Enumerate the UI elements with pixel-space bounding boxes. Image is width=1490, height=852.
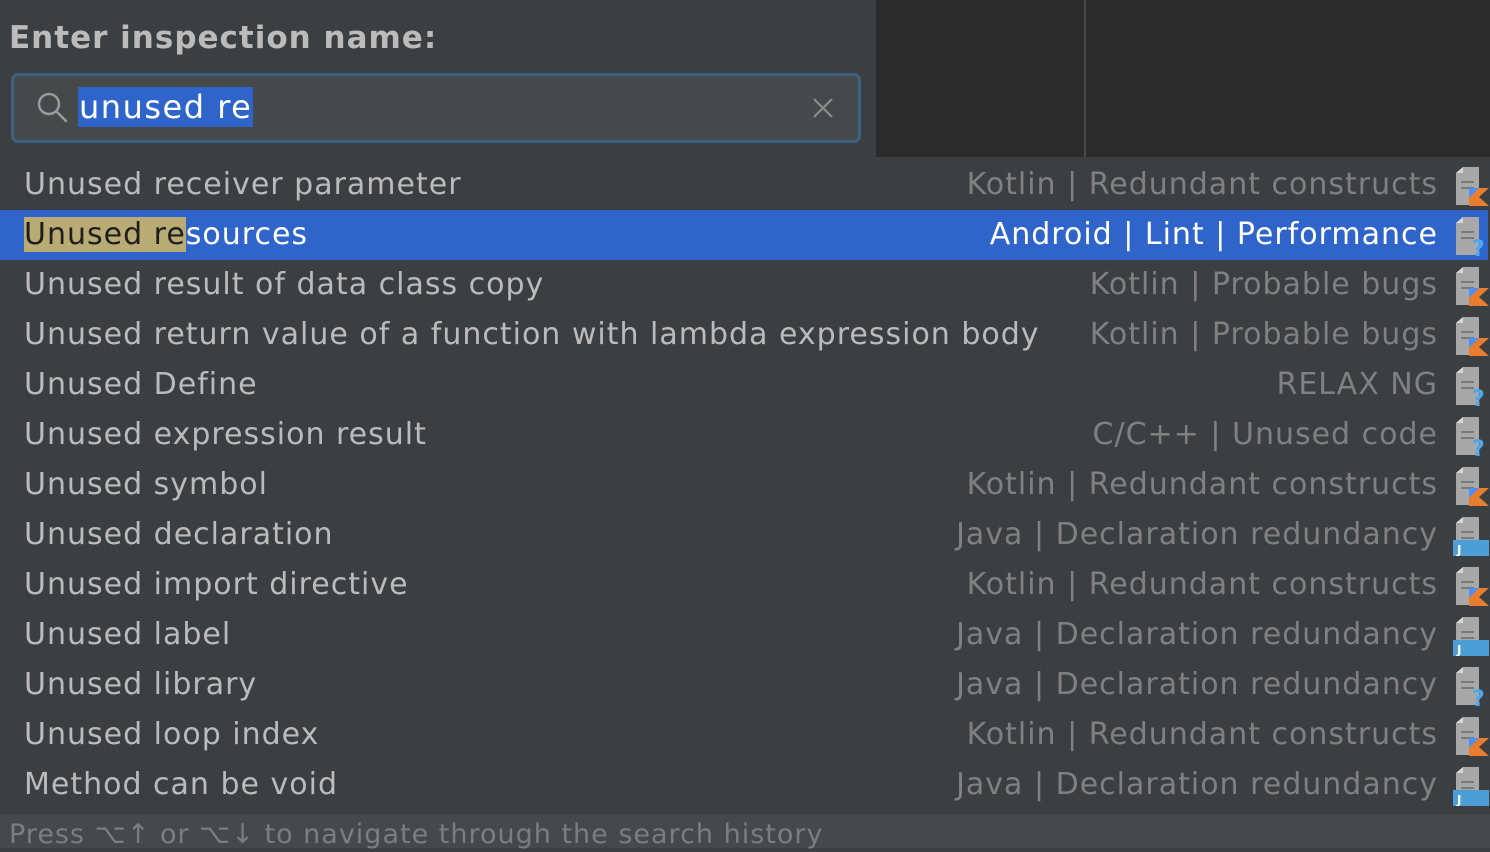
result-category: RELAX NG — [1276, 367, 1438, 402]
result-name: Unused label — [24, 617, 232, 652]
result-row[interactable]: Unused return value of a function with l… — [0, 310, 1489, 360]
search-query[interactable]: unused re — [78, 87, 254, 127]
svg-text:J: J — [1456, 793, 1461, 806]
unknown-inspection-icon: ? — [1456, 367, 1485, 406]
result-category: Java | Declaration redundancy — [956, 667, 1438, 702]
kotlin-inspection-icon — [1456, 467, 1489, 506]
result-category: Android | Lint | Performance — [989, 217, 1438, 252]
search-input[interactable]: unused re — [11, 73, 861, 143]
result-name: Unused symbol — [24, 467, 268, 502]
footer-hint: Press ⌥↑ or ⌥↓ to navigate through the s… — [9, 819, 824, 850]
kotlin-inspection-icon — [1456, 167, 1489, 206]
editor-background — [876, 0, 1490, 157]
result-name: Unused library — [24, 667, 258, 702]
result-row[interactable]: Unused symbol Kotlin | Redundant construc… — [0, 460, 1489, 510]
kotlin-inspection-icon — [1456, 567, 1489, 606]
result-category: Java | Declaration redundancy — [956, 517, 1438, 552]
java-inspection-icon: J — [1453, 767, 1489, 806]
result-row[interactable]: Unused loop index Kotlin | Redundant cons… — [0, 710, 1489, 760]
result-name: Method can be void — [24, 767, 339, 802]
close-icon[interactable] — [810, 95, 836, 121]
java-inspection-icon: J — [1453, 517, 1489, 556]
result-row[interactable]: Unused declaration Java | Declaration red… — [0, 510, 1489, 560]
result-row[interactable]: Unused Define RELAX NG? — [0, 360, 1488, 410]
result-row[interactable]: Unused receiver parameter Kotlin | Redund… — [0, 160, 1489, 210]
result-name: Unused Define — [24, 367, 258, 402]
footer-hint-bar: Press ⌥↑ or ⌥↓ to navigate through the s… — [0, 814, 1490, 850]
unknown-inspection-icon: ? — [1456, 217, 1485, 256]
result-name: Unused receiver parameter — [24, 167, 462, 202]
result-name: Unused declaration — [24, 517, 334, 552]
unknown-inspection-icon: ? — [1456, 417, 1485, 456]
result-name: Unused import directive — [24, 567, 409, 602]
search-icon — [37, 92, 68, 123]
result-row[interactable]: Unused label Java | Declaration redundanc… — [0, 610, 1489, 660]
result-row[interactable]: Method can be void Java | Declaration red… — [0, 760, 1489, 810]
result-category: Java | Declaration redundancy — [956, 617, 1438, 652]
result-name: Unused result of data class copy — [24, 267, 545, 302]
result-row[interactable]: Unused resources Android | Lint | Perform… — [0, 210, 1488, 260]
result-category: Kotlin | Probable bugs — [1089, 267, 1438, 302]
result-category: C/C++ | Unused code — [1092, 417, 1438, 452]
result-row[interactable]: Unused library Java | Declaration redunda… — [0, 660, 1488, 710]
java-inspection-icon: J — [1453, 617, 1489, 656]
kotlin-inspection-icon — [1456, 317, 1489, 356]
result-category: Java | Declaration redundancy — [956, 767, 1438, 802]
result-name: Unused return value of a function with l… — [24, 317, 1040, 352]
svg-text:?: ? — [1472, 687, 1485, 706]
editor-divider — [1084, 0, 1086, 157]
results-list[interactable]: Unused receiver parameter Kotlin | Redund… — [0, 158, 1490, 814]
result-category: Kotlin | Redundant constructs — [966, 167, 1438, 202]
result-row[interactable]: Unused import directive Kotlin | Redundan… — [0, 560, 1489, 610]
result-row[interactable]: Unused result of data class copy Kotlin |… — [0, 260, 1489, 310]
result-name: Unused expression result — [24, 417, 427, 452]
svg-text:?: ? — [1472, 387, 1485, 406]
unknown-inspection-icon: ? — [1456, 667, 1485, 706]
result-category: Kotlin | Redundant constructs — [966, 467, 1438, 502]
svg-text:?: ? — [1472, 437, 1485, 456]
prompt-label: Enter inspection name: — [9, 20, 438, 56]
svg-text:?: ? — [1472, 237, 1485, 256]
svg-text:J: J — [1456, 643, 1461, 656]
result-category: Kotlin | Probable bugs — [1089, 317, 1438, 352]
result-name: Unused loop index — [24, 717, 320, 752]
result-category: Kotlin | Redundant constructs — [966, 567, 1438, 602]
svg-text:J: J — [1456, 543, 1461, 556]
kotlin-inspection-icon — [1456, 267, 1489, 306]
result-category: Kotlin | Redundant constructs — [966, 717, 1438, 752]
search-popup-header: Enter inspection name: unused re — [0, 0, 876, 157]
kotlin-inspection-icon — [1456, 717, 1489, 756]
match-highlight: Unused re — [24, 217, 186, 252]
result-row[interactable]: Unused expression result C/C++ | Unused c… — [0, 410, 1488, 460]
result-name: Unused resources — [24, 217, 309, 252]
